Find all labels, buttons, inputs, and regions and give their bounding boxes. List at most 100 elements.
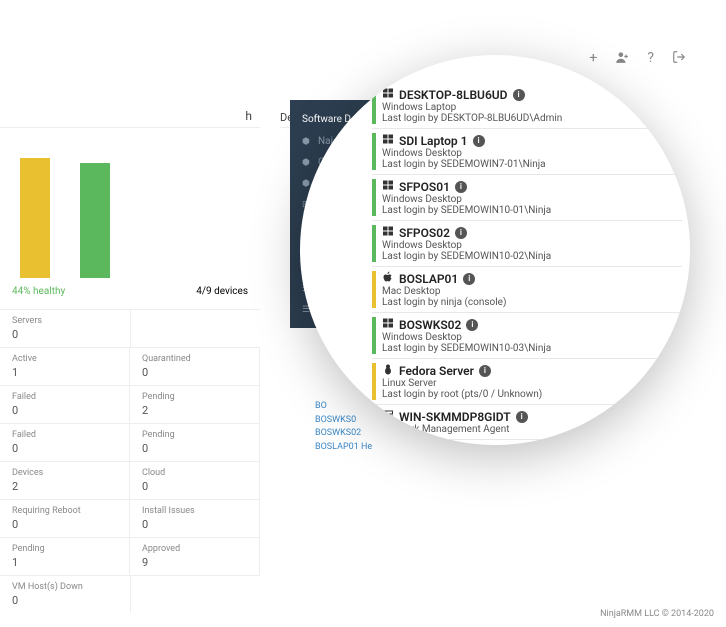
device-row[interactable]: SDI Laptop 1iWindows DesktopLast login b…	[372, 131, 682, 172]
device-row[interactable]: SFPOS01iWindows DesktopLast login by SED…	[372, 177, 682, 218]
stat-label: Pending	[142, 430, 247, 440]
windows-icon	[382, 179, 394, 194]
device-row[interactable]: BOSLAP01iMac DesktopLast login by ninja …	[372, 269, 682, 310]
stat-value: 9	[142, 556, 247, 569]
info-icon[interactable]: i	[455, 227, 467, 239]
divider	[372, 220, 682, 221]
status-indicator	[372, 87, 376, 124]
device-row[interactable]: SFPOS02iWindows DesktopLast login by SED…	[372, 223, 682, 264]
network-icon	[382, 409, 394, 424]
device-type: Linux Server	[382, 378, 682, 389]
device-type: Mac Desktop	[382, 286, 682, 297]
device-row[interactable]: DESKTOP-8LBU6UDiWindows LaptopLast login…	[372, 85, 682, 126]
device-type: Windows Laptop	[382, 102, 682, 113]
footer-copyright: NinjaRMM LLC © 2014-2020	[600, 609, 714, 619]
stat-label: Quarantined	[142, 354, 247, 364]
windows-icon	[382, 225, 394, 240]
info-icon[interactable]: i	[463, 273, 475, 285]
stat-label: Requiring Reboot	[12, 506, 117, 516]
device-link[interactable]: BO	[315, 400, 372, 414]
stat-label: Install Issues	[142, 506, 247, 516]
windows-icon	[382, 87, 394, 102]
info-icon[interactable]: i	[466, 319, 478, 331]
stat-value: 0	[12, 518, 117, 531]
device-type: Windows Desktop	[382, 194, 682, 205]
divider	[372, 404, 682, 405]
device-name: SFPOS02	[399, 226, 450, 240]
device-last-login: Last login by SEDEMOWIN10-03\Ninja	[382, 343, 682, 354]
chart-bar	[80, 163, 110, 278]
device-row[interactable]: BOSWKS02iWindows DesktopLast login by SE…	[372, 315, 682, 356]
device-links: BOBOSWKS0BOSWKS02BOSLAP01 He	[315, 400, 372, 454]
status-indicator	[372, 317, 376, 354]
stat-label: Approved	[142, 544, 247, 554]
status-indicator	[372, 179, 376, 216]
stat-value: 1	[12, 366, 117, 379]
linux-icon	[382, 363, 394, 378]
device-info: WIN-SKMMDP8GIDT iNetwork Management Agent	[382, 409, 682, 435]
linux-icon	[382, 444, 394, 445]
device-row[interactable]: Fedora ServeriLinux ServerLast login by …	[372, 361, 682, 402]
device-type: Network Management Agent	[382, 424, 682, 435]
windows-icon	[382, 317, 394, 332]
info-icon[interactable]: i	[479, 365, 491, 377]
device-info: SFPOS02iWindows DesktopLast login by SED…	[382, 225, 682, 262]
stat-cell: Servers 0	[0, 309, 131, 347]
device-info: SFPOS01iWindows DesktopLast login by SED…	[382, 179, 682, 216]
device-info: NinjaRMM-UbuntuiLinux DesktopLast login …	[382, 444, 682, 445]
building-icon: ⬢	[302, 158, 312, 168]
stat-cell: Failed 0	[0, 385, 130, 423]
stat-cell: Pending 0	[130, 423, 260, 461]
device-row[interactable]: WIN-SKMMDP8GIDT iNetwork Management Agent	[372, 407, 682, 437]
divider	[372, 312, 682, 313]
stats-grid: Servers0Active1Quarantined0Failed0Pendin…	[0, 305, 260, 617]
stat-label: Servers	[12, 316, 118, 326]
device-info: BOSLAP01iMac DesktopLast login by ninja …	[382, 271, 682, 308]
stat-value: 0	[142, 366, 247, 379]
info-icon[interactable]: i	[516, 411, 528, 423]
scrollbar-handle[interactable]	[679, 361, 684, 375]
device-link[interactable]: BOSWKS02	[315, 427, 372, 441]
device-name: DESKTOP-8LBU6UD	[399, 88, 508, 102]
stat-value: 0	[12, 404, 117, 417]
device-name: BOSWKS02	[399, 318, 461, 332]
device-link[interactable]: BOSLAP01 He	[315, 441, 372, 455]
stat-value: 0	[12, 442, 117, 455]
device-name: Fedora Server	[399, 364, 474, 378]
divider	[372, 266, 682, 267]
stat-label: Pending	[142, 392, 247, 402]
divider	[372, 439, 682, 440]
help-icon[interactable]: ?	[647, 50, 654, 68]
status-indicator	[372, 133, 376, 170]
stat-label: Devices	[12, 468, 117, 478]
plus-icon[interactable]: +	[589, 50, 597, 68]
user-add-icon[interactable]	[615, 50, 629, 68]
stat-label: Failed	[12, 392, 117, 402]
stat-cell: Active1	[0, 347, 130, 385]
device-name: WIN-SKMMDP8GIDT	[399, 410, 511, 424]
windows-icon	[382, 133, 394, 148]
info-icon[interactable]: i	[455, 181, 467, 193]
status-indicator	[372, 271, 376, 308]
stat-cell: VM Host(s) Down0	[0, 575, 131, 613]
stat-value: 0	[12, 328, 118, 341]
device-type: Windows Desktop	[382, 240, 682, 251]
stat-value: 0	[142, 442, 247, 455]
device-row[interactable]: NinjaRMM-UbuntuiLinux DesktopLast login …	[372, 442, 682, 445]
info-icon[interactable]: i	[513, 89, 525, 101]
device-info: DESKTOP-8LBU6UDiWindows LaptopLast login…	[382, 87, 682, 124]
stat-cell: Pending1	[0, 537, 130, 575]
logout-icon[interactable]	[672, 50, 686, 68]
stat-cell: Cloud0	[130, 461, 260, 499]
device-link[interactable]: BOSWKS0	[315, 414, 372, 428]
device-name: BOSLAP01	[399, 272, 458, 286]
info-icon[interactable]: i	[473, 135, 485, 147]
divider	[372, 128, 682, 129]
device-name: SFPOS01	[399, 180, 450, 194]
device-last-login: Last login by SEDEMOWIN7-01\Ninja	[382, 159, 682, 170]
status-indicator	[372, 363, 376, 400]
apple-icon	[382, 271, 394, 286]
divider	[372, 174, 682, 175]
device-type: Windows Desktop	[382, 148, 682, 159]
stat-cell: Quarantined 0	[130, 347, 260, 385]
